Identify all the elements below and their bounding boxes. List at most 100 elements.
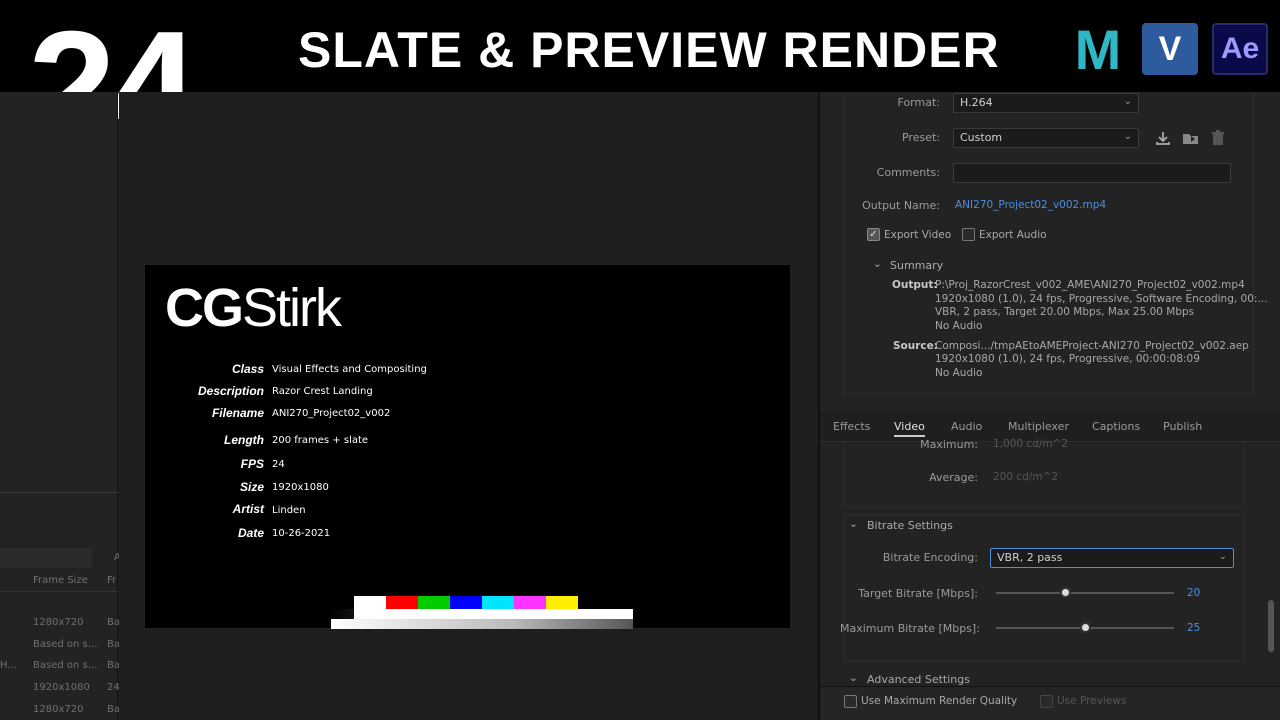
summary-source-line: 1920x1080 (1.0), 24 fps, Progressive, 00… — [935, 353, 1200, 365]
table-row[interactable]: 1280x720 — [33, 704, 83, 715]
chevron-down-icon[interactable]: ⌄ — [873, 258, 882, 270]
slider-handle[interactable] — [1059, 587, 1071, 598]
table-row[interactable]: 1920x1080 — [33, 682, 90, 693]
table-cell: H... — [0, 660, 17, 671]
table-row[interactable]: 1280x720 — [33, 617, 83, 628]
export-audio-checkbox[interactable] — [962, 228, 975, 241]
summary-output-line: P:\Proj_RazorCrest_v002_AME\ANI270_Proje… — [935, 279, 1245, 291]
slate-value: Razor Crest Landing — [272, 386, 373, 397]
preset-select[interactable]: Custom ⌄ — [953, 128, 1139, 148]
slider-track — [996, 592, 1174, 594]
target-bitrate-value[interactable]: 20 — [1187, 587, 1200, 599]
gray-ramp-bar — [331, 619, 633, 629]
target-bitrate-slider[interactable] — [996, 587, 1174, 599]
maximum-value: 1,000 cd/m^2 — [993, 438, 1069, 450]
maximum-label: Maximum: — [920, 438, 978, 451]
use-previews-label: Use Previews — [1057, 695, 1127, 707]
tab-video[interactable]: Video — [894, 420, 925, 437]
slate-logo: CGStirk — [165, 278, 342, 338]
color-bar-swatch — [546, 596, 578, 609]
bitrate-encoding-value: VBR, 2 pass — [997, 551, 1063, 564]
summary-source-line: No Audio — [935, 367, 983, 379]
scrollbar[interactable] — [1268, 600, 1274, 652]
slate-key: Length — [224, 433, 264, 447]
summary-source-line: Composi.../tmpAEtoAMEProject-ANI270_Proj… — [935, 340, 1249, 352]
slate-key: Class — [231, 362, 264, 376]
delete-preset-icon[interactable] — [1211, 130, 1225, 146]
color-bar-swatch — [450, 596, 482, 609]
color-bar-swatch — [418, 596, 450, 609]
save-preset-icon[interactable] — [1155, 130, 1171, 146]
vray-logo-icon: V — [1142, 23, 1198, 75]
slate-value: 24 — [272, 459, 285, 470]
slate-key: Date — [237, 526, 264, 540]
bitrate-settings-header[interactable]: Bitrate Settings — [867, 519, 953, 532]
column-header-frame-rate[interactable]: Fr — [107, 575, 116, 586]
summary-output-line: No Audio — [935, 320, 983, 332]
summary-output-key: Output: — [892, 279, 938, 291]
summary-source-key: Source: — [893, 340, 938, 352]
max-bitrate-value[interactable]: 25 — [1187, 622, 1200, 634]
preset-search-input[interactable] — [0, 548, 92, 568]
average-value: 200 cd/m^2 — [993, 471, 1059, 483]
output-name-link[interactable]: ANI270_Project02_v002.mp4 — [955, 199, 1106, 211]
table-cell: 24 — [107, 682, 120, 693]
slider-handle[interactable] — [1079, 622, 1091, 633]
slate-value: ANI270_Project02_v002 — [272, 408, 391, 419]
use-max-render-quality-checkbox[interactable] — [844, 695, 857, 708]
maya-logo-icon: M — [1074, 17, 1122, 81]
target-bitrate-label: Target Bitrate [Mbps]: — [858, 587, 978, 600]
logo-rest-text: Stirk — [242, 278, 342, 338]
color-bar-swatch — [386, 596, 418, 609]
comments-label: Comments: — [876, 166, 940, 179]
white-bar — [354, 609, 633, 619]
slate-key: Size — [239, 480, 264, 494]
tab-multiplexer[interactable]: Multiplexer — [1008, 420, 1069, 433]
summary-output-line: VBR, 2 pass, Target 20.00 Mbps, Max 25.0… — [935, 306, 1195, 318]
slate-value: 200 frames + slate — [272, 435, 369, 446]
summary-header[interactable]: Summary — [890, 259, 943, 272]
preset-value: Custom — [960, 131, 1003, 144]
comments-input[interactable] — [953, 163, 1231, 183]
tab-effects[interactable]: Effects — [833, 420, 870, 433]
output-name-label: Output Name: — [862, 199, 940, 212]
summary-output-line: 1920x1080 (1.0), 24 fps, Progressive, So… — [935, 293, 1268, 305]
max-bitrate-label: Maximum Bitrate [Mbps]: — [840, 622, 980, 635]
column-header-frame-size[interactable]: Frame Size — [33, 575, 88, 586]
max-bitrate-slider[interactable] — [996, 622, 1174, 634]
color-bar-swatch — [482, 596, 514, 609]
average-label: Average: — [929, 471, 978, 484]
chevron-down-icon[interactable]: ⌄ — [849, 518, 858, 530]
format-label: Format: — [897, 96, 940, 109]
advanced-settings-header[interactable]: Advanced Settings — [867, 673, 970, 686]
slate-value: Linden — [272, 505, 306, 516]
use-previews-checkbox[interactable] — [1040, 695, 1053, 708]
chevron-down-icon: ⌄ — [1218, 551, 1227, 562]
divider — [0, 591, 118, 592]
slate-value: 10-26-2021 — [272, 528, 331, 539]
tab-captions[interactable]: Captions — [1092, 420, 1140, 433]
tab-publish[interactable]: Publish — [1163, 420, 1202, 433]
bitrate-encoding-select[interactable]: VBR, 2 pass ⌄ — [990, 548, 1234, 568]
slate-key: Description — [197, 384, 264, 398]
export-audio-label: Export Audio — [979, 229, 1047, 241]
bitrate-encoding-label: Bitrate Encoding: — [882, 551, 978, 564]
table-row[interactable]: Based on s... — [33, 660, 97, 671]
table-row[interactable]: Based on s... — [33, 639, 97, 650]
tab-audio[interactable]: Audio — [951, 420, 982, 433]
format-select[interactable]: H.264 ⌄ — [953, 93, 1139, 113]
chevron-down-icon: ⌄ — [1123, 131, 1132, 142]
chevron-down-icon: ⌄ — [1123, 96, 1132, 107]
export-video-label: Export Video — [884, 229, 952, 241]
slate-key: FPS — [240, 457, 264, 471]
color-bars — [354, 596, 578, 609]
chevron-down-icon[interactable]: ⌄ — [849, 672, 858, 684]
slate-key: Filename — [211, 406, 264, 420]
slate-value: 1920x1080 — [272, 482, 329, 493]
import-preset-icon[interactable] — [1182, 130, 1200, 146]
export-video-checkbox[interactable]: ✓ — [867, 228, 880, 241]
color-bar-swatch — [514, 596, 546, 609]
color-bar-swatch — [354, 596, 386, 609]
preset-label: Preset: — [901, 131, 940, 144]
format-value: H.264 — [960, 96, 993, 109]
